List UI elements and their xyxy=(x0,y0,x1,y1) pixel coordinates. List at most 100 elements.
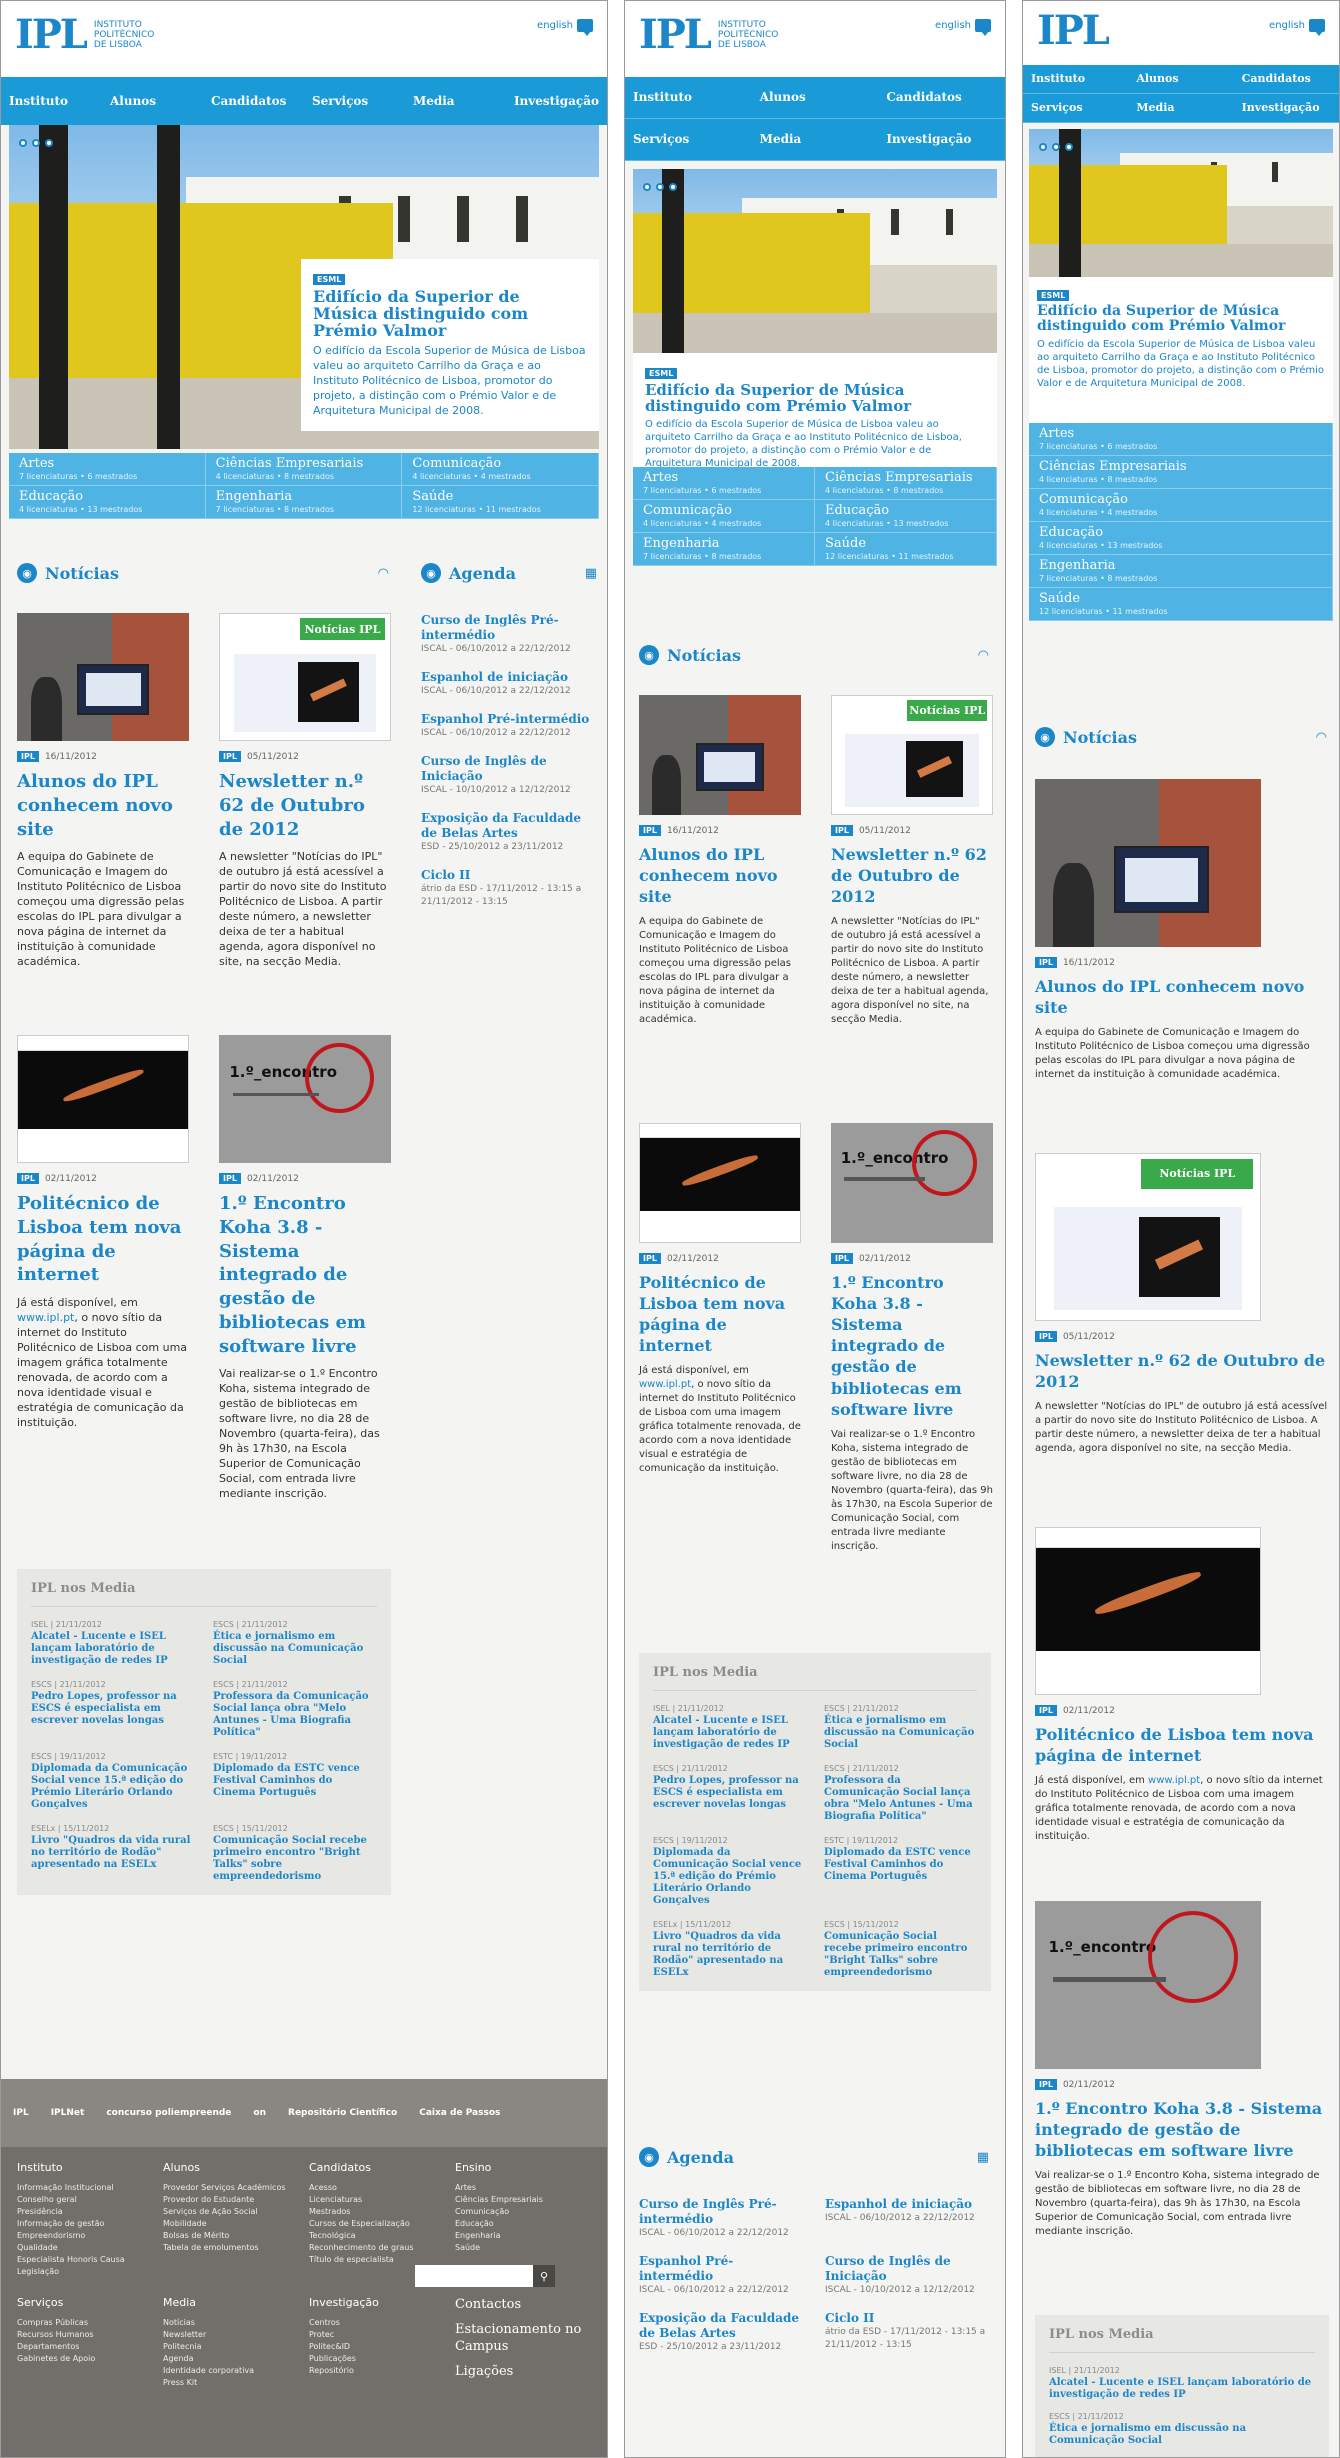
agenda-item[interactable]: Exposição da Faculdade de Belas Artes ESD… xyxy=(421,811,597,854)
news-item[interactable]: IPL 02/11/2012 Politécnico de Lisboa tem … xyxy=(17,1035,189,1430)
nav-investigacao[interactable]: Investigação xyxy=(1233,94,1339,123)
news-thumbnail[interactable]: 1.º_encontro xyxy=(831,1123,993,1243)
language-switch[interactable]: english xyxy=(537,19,593,36)
footer-link[interactable]: Recursos Humanos xyxy=(17,2329,153,2341)
nav-servicos[interactable]: Serviços xyxy=(304,77,405,125)
media-item[interactable]: ISEL | 21/11/2012 Alcatel - Lucente e ISE… xyxy=(31,1619,195,1667)
slider-dots[interactable] xyxy=(1039,143,1073,151)
footer-link[interactable]: Educação xyxy=(455,2218,591,2230)
footer-link[interactable]: Ciências Empresariais xyxy=(455,2194,591,2206)
area-ciencias-empresariais[interactable]: Ciências Empresariais 4 licenciaturas • 8… xyxy=(815,467,997,500)
search-icon[interactable]: ⚲ xyxy=(533,2265,555,2287)
slider-dot[interactable] xyxy=(19,139,27,147)
news-item[interactable]: IPL 16/11/2012 Alunos do IPL conhecem nov… xyxy=(639,695,801,1027)
slider-dot[interactable] xyxy=(45,139,53,147)
area-artes[interactable]: Artes 7 licenciaturas • 6 mestrados xyxy=(633,467,815,500)
media-item[interactable]: ESCS | 21/11/2012 Pedro Lopes, professor … xyxy=(31,1679,195,1739)
nav-candidatos[interactable]: Candidatos xyxy=(878,77,1005,119)
footer-link[interactable]: Informação Institucional xyxy=(17,2182,153,2194)
media-item[interactable]: ESELx | 15/11/2012 Livro "Quadros da vida… xyxy=(653,1919,806,1979)
agenda-item[interactable]: Espanhol de iniciação ISCAL - 06/10/2012 … xyxy=(421,670,597,698)
footer-link[interactable]: Serviços de Ação Social xyxy=(163,2206,299,2218)
area-saude[interactable]: Saúde 12 licenciaturas • 11 mestrados xyxy=(815,533,997,566)
news-thumbnail[interactable]: Notícias IPL xyxy=(1035,1153,1261,1321)
parking-link[interactable]: Estacionamento no Campus xyxy=(455,2321,591,2355)
news-item[interactable]: Notícias IPL IPL 05/11/2012 Newsletter n.… xyxy=(219,613,391,969)
footer-link[interactable]: Mobilidade xyxy=(163,2218,299,2230)
news-link[interactable]: www.ipl.pt xyxy=(17,1311,74,1324)
news-thumbnail[interactable] xyxy=(639,1123,801,1243)
hero-slider[interactable] xyxy=(633,169,997,353)
news-item[interactable]: IPL 16/11/2012 Alunos do IPL conhecem nov… xyxy=(1035,779,1329,1082)
news-item[interactable]: IPL 16/11/2012 Alunos do IPL conhecem nov… xyxy=(17,613,189,969)
media-item[interactable]: ISEL | 21/11/2012 Alcatel - Lucente e ISE… xyxy=(653,1703,806,1751)
news-title[interactable]: Politécnico de Lisboa tem nova página de… xyxy=(1035,1724,1329,1766)
footer-link[interactable]: Cursos de Especialização Tecnológica xyxy=(309,2218,445,2242)
footer-link[interactable]: Qualidade xyxy=(17,2242,153,2254)
footer-link[interactable]: Newsletter xyxy=(163,2329,299,2341)
on-logo[interactable]: on xyxy=(253,2108,266,2118)
area-comunicacao[interactable]: Comunicação 4 licenciaturas • 4 mestrados xyxy=(1029,489,1333,522)
footer-link[interactable]: Empreendorismo xyxy=(17,2230,153,2242)
footer-link[interactable]: Notícias xyxy=(163,2317,299,2329)
area-saude[interactable]: Saúde 12 licenciaturas • 11 mestrados xyxy=(1029,588,1333,621)
footer-link[interactable]: Bolsas de Mérito xyxy=(163,2230,299,2242)
nav-investigacao[interactable]: Investigação xyxy=(506,77,607,125)
footer-link[interactable]: Politecnia xyxy=(163,2341,299,2353)
footer-link[interactable]: Saúde xyxy=(455,2242,591,2254)
news-link[interactable]: www.ipl.pt xyxy=(1148,1775,1200,1786)
news-title[interactable]: Newsletter n.º 62 de Outubro de 2012 xyxy=(831,844,993,907)
agenda-item[interactable]: Curso de Inglês de Iniciação ISCAL - 10/1… xyxy=(825,2254,991,2297)
nav-servicos[interactable]: Serviços xyxy=(1023,94,1129,123)
footer-link[interactable]: Departamentos xyxy=(17,2341,153,2353)
footer-link[interactable]: Acesso xyxy=(309,2182,445,2194)
agenda-item[interactable]: Ciclo II átrio da ESD - 17/11/2012 - 13:1… xyxy=(825,2311,991,2354)
hero-title[interactable]: Edifício da Superior de Música distingui… xyxy=(1037,304,1325,334)
repositorio-logo[interactable]: Repositório Científico xyxy=(288,2108,397,2118)
slider-dot[interactable] xyxy=(643,183,651,191)
news-thumbnail[interactable] xyxy=(17,1035,189,1163)
footer-link[interactable]: Artes xyxy=(455,2182,591,2194)
news-title[interactable]: 1.º Encontro Koha 3.8 - Sistema integrad… xyxy=(831,1272,993,1420)
area-comunicacao[interactable]: Comunicação 4 licenciaturas • 4 mestrados xyxy=(402,453,599,486)
news-item[interactable]: 1.º_encontro IPL 02/11/2012 1.º Encontro … xyxy=(219,1035,391,1501)
footer-link[interactable]: Gabinetes de Apoio xyxy=(17,2353,153,2365)
area-ciencias-empresariais[interactable]: Ciências Empresariais 4 licenciaturas • 8… xyxy=(205,453,403,486)
news-thumbnail[interactable]: Notícias IPL xyxy=(831,695,993,815)
footer-link[interactable]: Mestrados xyxy=(309,2206,445,2218)
media-item[interactable]: ESELx | 15/11/2012 Livro "Quadros da vida… xyxy=(31,1823,195,1883)
news-title[interactable]: 1.º Encontro Koha 3.8 - Sistema integrad… xyxy=(1035,2098,1329,2161)
nav-alunos[interactable]: Alunos xyxy=(751,77,879,119)
nav-candidatos[interactable]: Candidatos xyxy=(1233,65,1339,94)
nav-servicos[interactable]: Serviços xyxy=(625,119,752,161)
slider-dots[interactable] xyxy=(643,183,677,191)
footer-search-input[interactable] xyxy=(415,2265,533,2287)
footer-link[interactable]: Press Kit xyxy=(163,2377,299,2389)
news-title[interactable]: Newsletter n.º 62 de Outubro de 2012 xyxy=(219,770,391,841)
agenda-item[interactable]: Espanhol de iniciação ISCAL - 06/10/2012 … xyxy=(825,2197,991,2240)
area-engenharia[interactable]: Engenharia 7 licenciaturas • 8 mestrados xyxy=(1029,555,1333,588)
media-item[interactable]: ESCS | 15/11/2012 Comunicação Social rece… xyxy=(213,1823,377,1883)
news-title[interactable]: Newsletter n.º 62 de Outubro de 2012 xyxy=(1035,1350,1329,1392)
agenda-item[interactable]: Curso de Inglês Pré-intermédio ISCAL - 06… xyxy=(421,613,597,656)
area-ciencias-empresariais[interactable]: Ciências Empresariais 4 licenciaturas • 8… xyxy=(1029,456,1333,489)
agenda-item[interactable]: Espanhol Pré-intermédio ISCAL - 06/10/201… xyxy=(639,2254,805,2297)
footer-link[interactable]: Comunicação xyxy=(455,2206,591,2218)
area-engenharia[interactable]: Engenharia 7 licenciaturas • 8 mestrados xyxy=(633,533,815,566)
ipl-logo[interactable]: IPL INSTITUTO POLITÉCNICO DE LISBOA xyxy=(639,15,778,55)
news-title[interactable]: Alunos do IPL conhecem novo site xyxy=(1035,976,1329,1018)
slider-dot[interactable] xyxy=(669,183,677,191)
news-link[interactable]: www.ipl.pt xyxy=(639,1379,691,1390)
nav-instituto[interactable]: Instituto xyxy=(1,77,102,125)
footer-link[interactable]: Centros xyxy=(309,2317,445,2329)
hero-title[interactable]: Edifício da Superior de Música distingui… xyxy=(313,288,589,339)
news-title[interactable]: 1.º Encontro Koha 3.8 - Sistema integrad… xyxy=(219,1192,391,1358)
hero-caption[interactable]: ESML Edifício da Superior de Música dist… xyxy=(1029,277,1333,423)
news-title[interactable]: Politécnico de Lisboa tem nova página de… xyxy=(17,1192,189,1287)
agenda-item[interactable]: Ciclo II átrio da ESD - 17/11/2012 - 13:1… xyxy=(421,868,597,909)
hero-slider[interactable]: ESML Edifício da Superior de Música dist… xyxy=(9,125,599,449)
ipl-logo[interactable]: IPL xyxy=(1037,11,1110,51)
media-item[interactable]: ESCS | 21/11/2012 Professora da Comunicaç… xyxy=(824,1763,977,1823)
agenda-item[interactable]: Exposição da Faculdade de Belas Artes ESD… xyxy=(639,2311,805,2354)
footer-link[interactable]: Repositório xyxy=(309,2365,445,2377)
